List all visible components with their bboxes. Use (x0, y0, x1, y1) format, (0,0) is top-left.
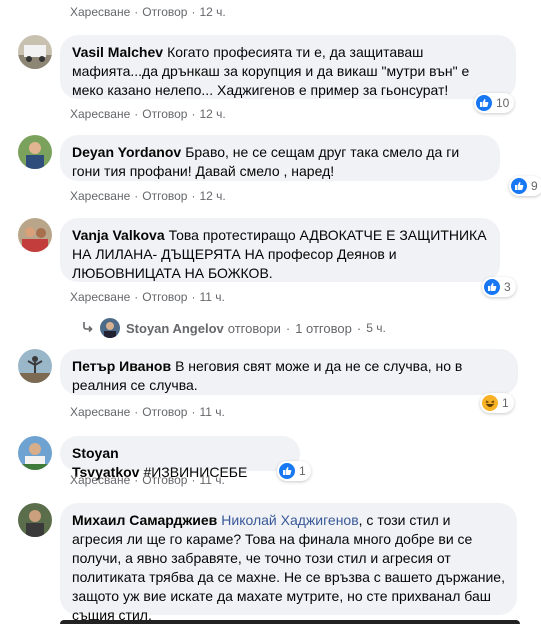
comment-3-meta: Харесване · Отговор · 11 ч. (70, 290, 225, 304)
reaction-count[interactable]: 1 (480, 393, 514, 413)
reaction-count[interactable]: 9 (509, 176, 541, 196)
reply-author[interactable]: Stoyan Angelov (126, 321, 224, 336)
comment-author[interactable]: Vanja Valkova (72, 227, 165, 243)
reply-action[interactable]: Отговор (142, 290, 187, 304)
reply-action[interactable]: Отговор (142, 473, 187, 487)
like-action[interactable]: Харесване (70, 5, 130, 19)
like-action[interactable]: Харесване (70, 473, 130, 487)
mention-link[interactable]: Николай Хаджигенов (221, 512, 358, 528)
comment-author[interactable]: Deyan Yordanov (72, 144, 181, 160)
comment-1-meta: Харесване · Отговор · 12 ч. (70, 107, 226, 121)
comment-text: , с този стил и агресия ли ще го караме?… (72, 512, 505, 623)
timestamp: 5 ч. (366, 321, 386, 335)
like-action[interactable]: Харесване (70, 189, 130, 203)
like-icon (484, 279, 500, 295)
comment-author[interactable]: Михаил Самарджиев (72, 512, 217, 528)
comment-author[interactable]: Петър Иванов (72, 358, 171, 374)
comment-bubble: Stoyan Tsvyatkov #ИЗВИНИСЕБЕ (60, 436, 300, 480)
like-action[interactable]: Харесване (70, 405, 130, 419)
view-replies-link[interactable]: Stoyan Angelov отговори · 1 отговор · 5 … (82, 318, 386, 338)
comment-bubble: Vanja Valkova Това протестиращо АДВОКАТЧЕ… (60, 218, 500, 282)
timestamp: 11 ч. (199, 405, 225, 419)
like-icon (476, 95, 492, 111)
reply-arrow-icon (82, 321, 94, 336)
reaction-count[interactable]: 3 (482, 277, 516, 297)
reply-action[interactable]: Отговор (142, 5, 187, 19)
comment-bubble: Deyan Yordanov Браво, не се сещам друг та… (60, 135, 500, 181)
reply-count[interactable]: 1 отговор (295, 321, 352, 336)
timestamp: 12 ч. (199, 107, 226, 121)
like-icon (279, 463, 295, 479)
timestamp: 12 ч. (199, 189, 226, 203)
like-icon (511, 178, 527, 194)
comment-2-meta: Харесване · Отговор · 12 ч. (70, 189, 226, 203)
avatar[interactable] (18, 35, 52, 69)
reaction-count[interactable]: 1 (277, 461, 311, 481)
like-action[interactable]: Харесване (70, 290, 130, 304)
avatar[interactable] (18, 135, 52, 169)
avatar[interactable] (18, 218, 52, 252)
comment-4-meta: Харесване · Отговор · 11 ч. (70, 405, 225, 419)
comment-bubble: Михаил Самарджиев Николай Хаджигенов, с т… (60, 503, 517, 623)
comment-bubble: Петър Иванов В неговия свят може и да не … (60, 349, 518, 395)
avatar (100, 318, 120, 338)
reaction-count[interactable]: 10 (474, 93, 515, 113)
reply-action[interactable]: Отговор (142, 405, 187, 419)
comment-5-meta: Харесване · Отговор · 11 ч. (70, 473, 225, 487)
reply-action[interactable]: Отговор (142, 189, 187, 203)
comment-0-meta: Харесване · Отговор · 12 ч. (70, 5, 226, 19)
avatar[interactable] (18, 349, 52, 383)
timestamp: 11 ч. (199, 290, 225, 304)
timestamp: 12 ч. (199, 5, 226, 19)
timestamp: 11 ч. (199, 473, 225, 487)
like-action[interactable]: Харесване (70, 107, 130, 121)
comment-author[interactable]: Vasil Malchev (72, 44, 163, 60)
comment-bubble: Vasil Malchev Когато професията ти е, да … (60, 35, 516, 99)
reply-verb: отговори (227, 320, 281, 336)
reply-action[interactable]: Отговор (142, 107, 187, 121)
avatar[interactable] (18, 503, 52, 537)
avatar[interactable] (18, 436, 52, 470)
next-media-preview (60, 620, 520, 624)
haha-icon (482, 395, 498, 411)
